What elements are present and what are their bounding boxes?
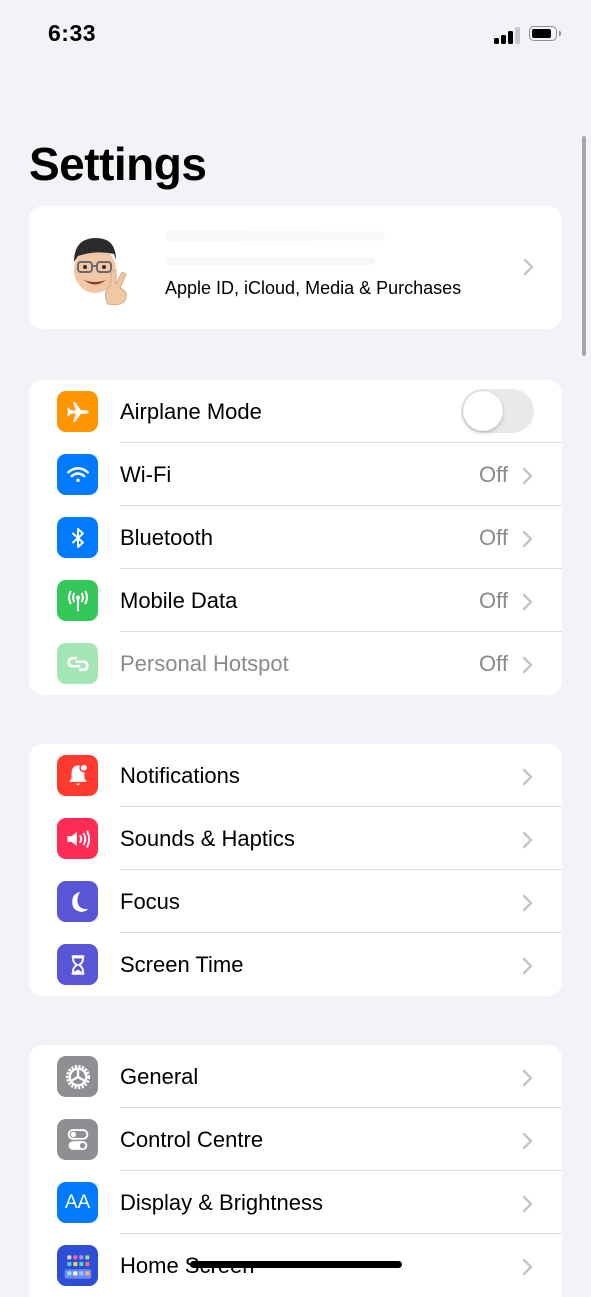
settings-row-focus[interactable]: Focus	[29, 870, 562, 933]
chevron-right-icon	[522, 1195, 533, 1218]
row-label: Mobile Data	[120, 588, 238, 613]
chevron-right-icon	[522, 831, 533, 854]
profile-subtitle: Apple ID, iCloud, Media & Purchases	[165, 278, 462, 298]
switches-icon	[57, 1119, 98, 1160]
settings-row-sounds-haptics[interactable]: Sounds & Haptics	[29, 807, 562, 870]
cellular-signal-icon	[494, 27, 520, 44]
airplane-mode-toggle[interactable]	[461, 389, 534, 433]
settings-row-general[interactable]: General	[29, 1045, 562, 1108]
account-email-redacted	[165, 257, 375, 265]
account-name-redacted	[165, 231, 385, 241]
home-indicator[interactable]	[190, 1261, 402, 1268]
settings-row-notifications[interactable]: Notifications	[29, 744, 562, 807]
chevron-right-icon	[522, 467, 533, 490]
chevron-right-icon	[522, 530, 533, 553]
apple-id-profile-card[interactable]: Apple ID, iCloud, Media & Purchases	[29, 206, 562, 329]
bluetooth-icon	[57, 517, 98, 558]
settings-row-airplane-mode[interactable]: Airplane Mode	[29, 380, 562, 443]
row-label: Notifications	[120, 763, 240, 788]
chevron-right-icon	[522, 894, 533, 917]
airplane-icon	[57, 391, 98, 432]
chevron-right-icon	[522, 593, 533, 616]
chevron-right-icon	[522, 768, 533, 791]
connectivity-group: Airplane Mode Wi-Fi Off Bluetooth Off Mo…	[29, 380, 562, 695]
chevron-right-icon	[522, 656, 533, 679]
row-label: Control Centre	[120, 1127, 264, 1152]
hotspot-link-icon	[57, 643, 98, 684]
row-value: Off	[479, 462, 508, 487]
row-label: Personal Hotspot	[120, 651, 289, 676]
settings-row-bluetooth[interactable]: Bluetooth Off	[29, 506, 562, 569]
settings-row-wifi[interactable]: Wi-Fi Off	[29, 443, 562, 506]
chevron-right-icon	[522, 957, 533, 980]
row-value: Off	[479, 651, 508, 676]
speaker-icon	[57, 818, 98, 859]
memoji-avatar	[66, 232, 136, 306]
row-label: General	[120, 1064, 199, 1089]
battery-icon	[529, 26, 561, 43]
wifi-icon	[57, 454, 98, 495]
toggle-knob	[463, 391, 503, 431]
status-bar: 6:33	[0, 0, 591, 70]
row-value: Off	[479, 525, 508, 550]
settings-row-personal-hotspot[interactable]: Personal Hotspot Off	[29, 632, 562, 695]
row-label: Focus	[120, 889, 180, 914]
signal-bar	[508, 31, 513, 44]
row-label: Wi-Fi	[120, 462, 172, 487]
moon-icon	[57, 881, 98, 922]
chevron-right-icon	[522, 1132, 533, 1155]
page-title: Settings	[29, 138, 207, 190]
gear-icon	[57, 1056, 98, 1097]
row-label: Display & Brightness	[120, 1190, 323, 1215]
row-value: Off	[479, 588, 508, 613]
chevron-right-icon	[523, 258, 534, 281]
row-label: Bluetooth	[120, 525, 213, 550]
bell-icon	[57, 755, 98, 796]
row-label: Airplane Mode	[120, 399, 262, 424]
signal-bar	[515, 27, 520, 44]
settings-row-control-centre[interactable]: Control Centre	[29, 1108, 562, 1171]
settings-row-display-brightness[interactable]: AA Display & Brightness	[29, 1171, 562, 1234]
antenna-icon	[57, 580, 98, 621]
signal-bar	[501, 35, 506, 44]
settings-row-mobile-data[interactable]: Mobile Data Off	[29, 569, 562, 632]
chevron-right-icon	[522, 1069, 533, 1092]
status-time: 6:33	[48, 20, 97, 46]
settings-row-screen-time[interactable]: Screen Time	[29, 933, 562, 996]
row-label: Screen Time	[120, 952, 244, 977]
chevron-right-icon	[522, 1258, 533, 1281]
battery-nub	[559, 31, 561, 36]
text-size-icon: AA	[57, 1182, 98, 1223]
battery-fill	[532, 29, 551, 38]
text-size-glyph: AA	[64, 1191, 91, 1213]
scroll-indicator[interactable]	[582, 136, 586, 356]
general-group: General Control Centre AA Display & Brig…	[29, 1045, 562, 1297]
signal-bar	[494, 38, 499, 44]
row-label: Sounds & Haptics	[120, 826, 295, 851]
notifications-group: Notifications Sounds & Haptics Focus Scr…	[29, 744, 562, 996]
hourglass-icon	[57, 944, 98, 985]
